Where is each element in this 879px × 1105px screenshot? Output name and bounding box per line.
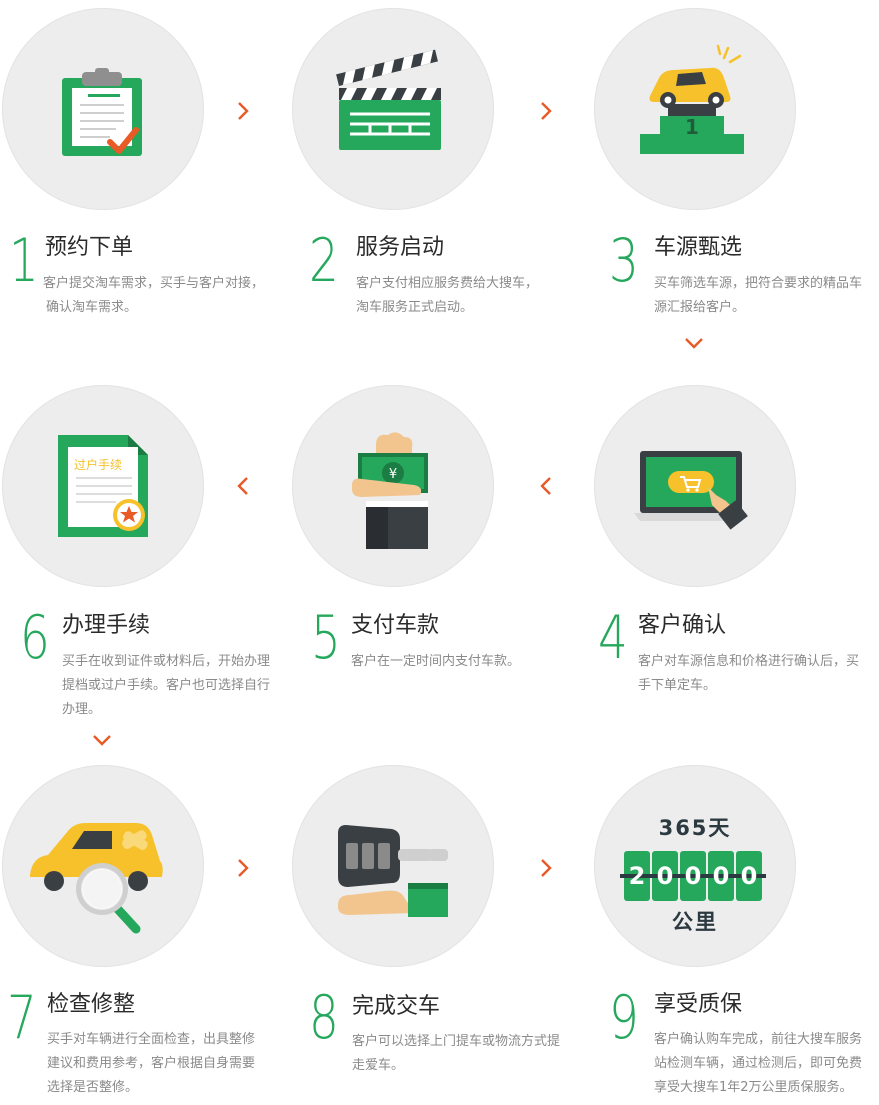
counter-digit: 0 (657, 862, 674, 890)
step-3-description: 买车筛选车源，把符合要求的精品车 源汇报给客户。 (654, 276, 863, 315)
step-6-title: 办理手续 (62, 613, 151, 638)
clipboard-check-icon (62, 68, 142, 156)
step-2-title: 服务启动 (356, 235, 445, 260)
step-6-description: 买手在收到证件或材料后，开始办理 提档或过户手续。客户也可选择自行 办理。 (62, 654, 271, 717)
step-7-description: 买手对车辆进行全面检查，出具整修 建议和费用参考，客户根据自身需要 选择是否整修… (47, 1032, 256, 1095)
step-6-number: 6 (20, 603, 50, 673)
svg-text:¥: ¥ (389, 467, 397, 482)
car-podium-icon: 1 (640, 44, 744, 154)
step-4-number: 4 (598, 603, 628, 673)
step-8-description: 客户可以选择上门提车或物流方式提 走爱车。 (352, 1034, 561, 1073)
step-3-title: 车源甄选 (654, 235, 743, 260)
cash-hand-icon: ¥ (352, 432, 428, 549)
step-9-title: 享受质保 (654, 992, 743, 1017)
step-2-illustration (292, 8, 494, 210)
step-5-description: 客户在一定时间内支付车款。 (351, 654, 521, 669)
step-3-illustration: 1 (594, 8, 796, 210)
chevron-right-icon (233, 858, 253, 878)
document-label: 过户手续 (74, 457, 122, 472)
warranty-counter-icon: 365天 2 0 0 0 0 公里 (620, 816, 766, 934)
step-4-title: 客户确认 (638, 613, 727, 638)
counter-digit: 0 (713, 862, 730, 890)
step-7-title: 检查修整 (47, 992, 136, 1017)
step-4-illustration (594, 385, 796, 587)
step-1-description: 客户提交淘车需求，买手与客户对接， 确认淘车需求。 (43, 276, 265, 315)
laptop-cart-icon (634, 451, 748, 530)
step-4-description: 客户对车源信息和价格进行确认后，买 手下单定车。 (638, 654, 860, 693)
warranty-duration: 365天 (659, 816, 732, 840)
step-8-title: 完成交车 (352, 994, 441, 1019)
step-1-number: 1 (9, 226, 39, 296)
chevron-left-icon (536, 476, 556, 496)
chevron-down-icon (684, 333, 704, 353)
step-9-description: 客户确认购车完成，前往大搜车服务 站检测车辆，通过检测后，即可免费 享受大搜车1… (654, 1032, 863, 1095)
chevron-right-icon (536, 101, 556, 121)
chevron-left-icon (233, 476, 253, 496)
step-1-title: 预约下单 (45, 235, 134, 260)
car-inspection-icon (30, 823, 163, 934)
chevron-down-icon (92, 730, 112, 750)
step-5-illustration: ¥ (292, 385, 494, 587)
step-2-description: 客户支付相应服务费给大搜车， 淘车服务正式启动。 (356, 276, 539, 315)
step-8-number: 8 (309, 983, 339, 1053)
car-key-handover-icon (338, 825, 448, 917)
step-7-illustration (2, 765, 204, 967)
transfer-document-icon: 过户手续 (58, 435, 148, 537)
chevron-right-icon (233, 101, 253, 121)
warranty-unit: 公里 (672, 910, 718, 934)
step-3-number: 3 (609, 226, 639, 296)
chevron-right-icon (536, 858, 556, 878)
step-1-illustration (2, 8, 204, 210)
step-9-illustration: 365天 2 0 0 0 0 公里 (594, 765, 796, 967)
clapperboard-icon (336, 49, 441, 150)
counter-digit: 0 (685, 862, 702, 890)
step-8-illustration (292, 765, 494, 967)
step-5-title: 支付车款 (351, 613, 440, 638)
step-5-number: 5 (311, 603, 341, 673)
step-6-illustration: 过户手续 (2, 385, 204, 587)
step-2-number: 2 (309, 226, 339, 296)
counter-digit: 0 (741, 862, 758, 890)
svg-text:1: 1 (685, 115, 699, 139)
counter-digit: 2 (629, 862, 646, 890)
step-7-number: 7 (7, 983, 37, 1053)
step-9-number: 9 (609, 983, 639, 1053)
